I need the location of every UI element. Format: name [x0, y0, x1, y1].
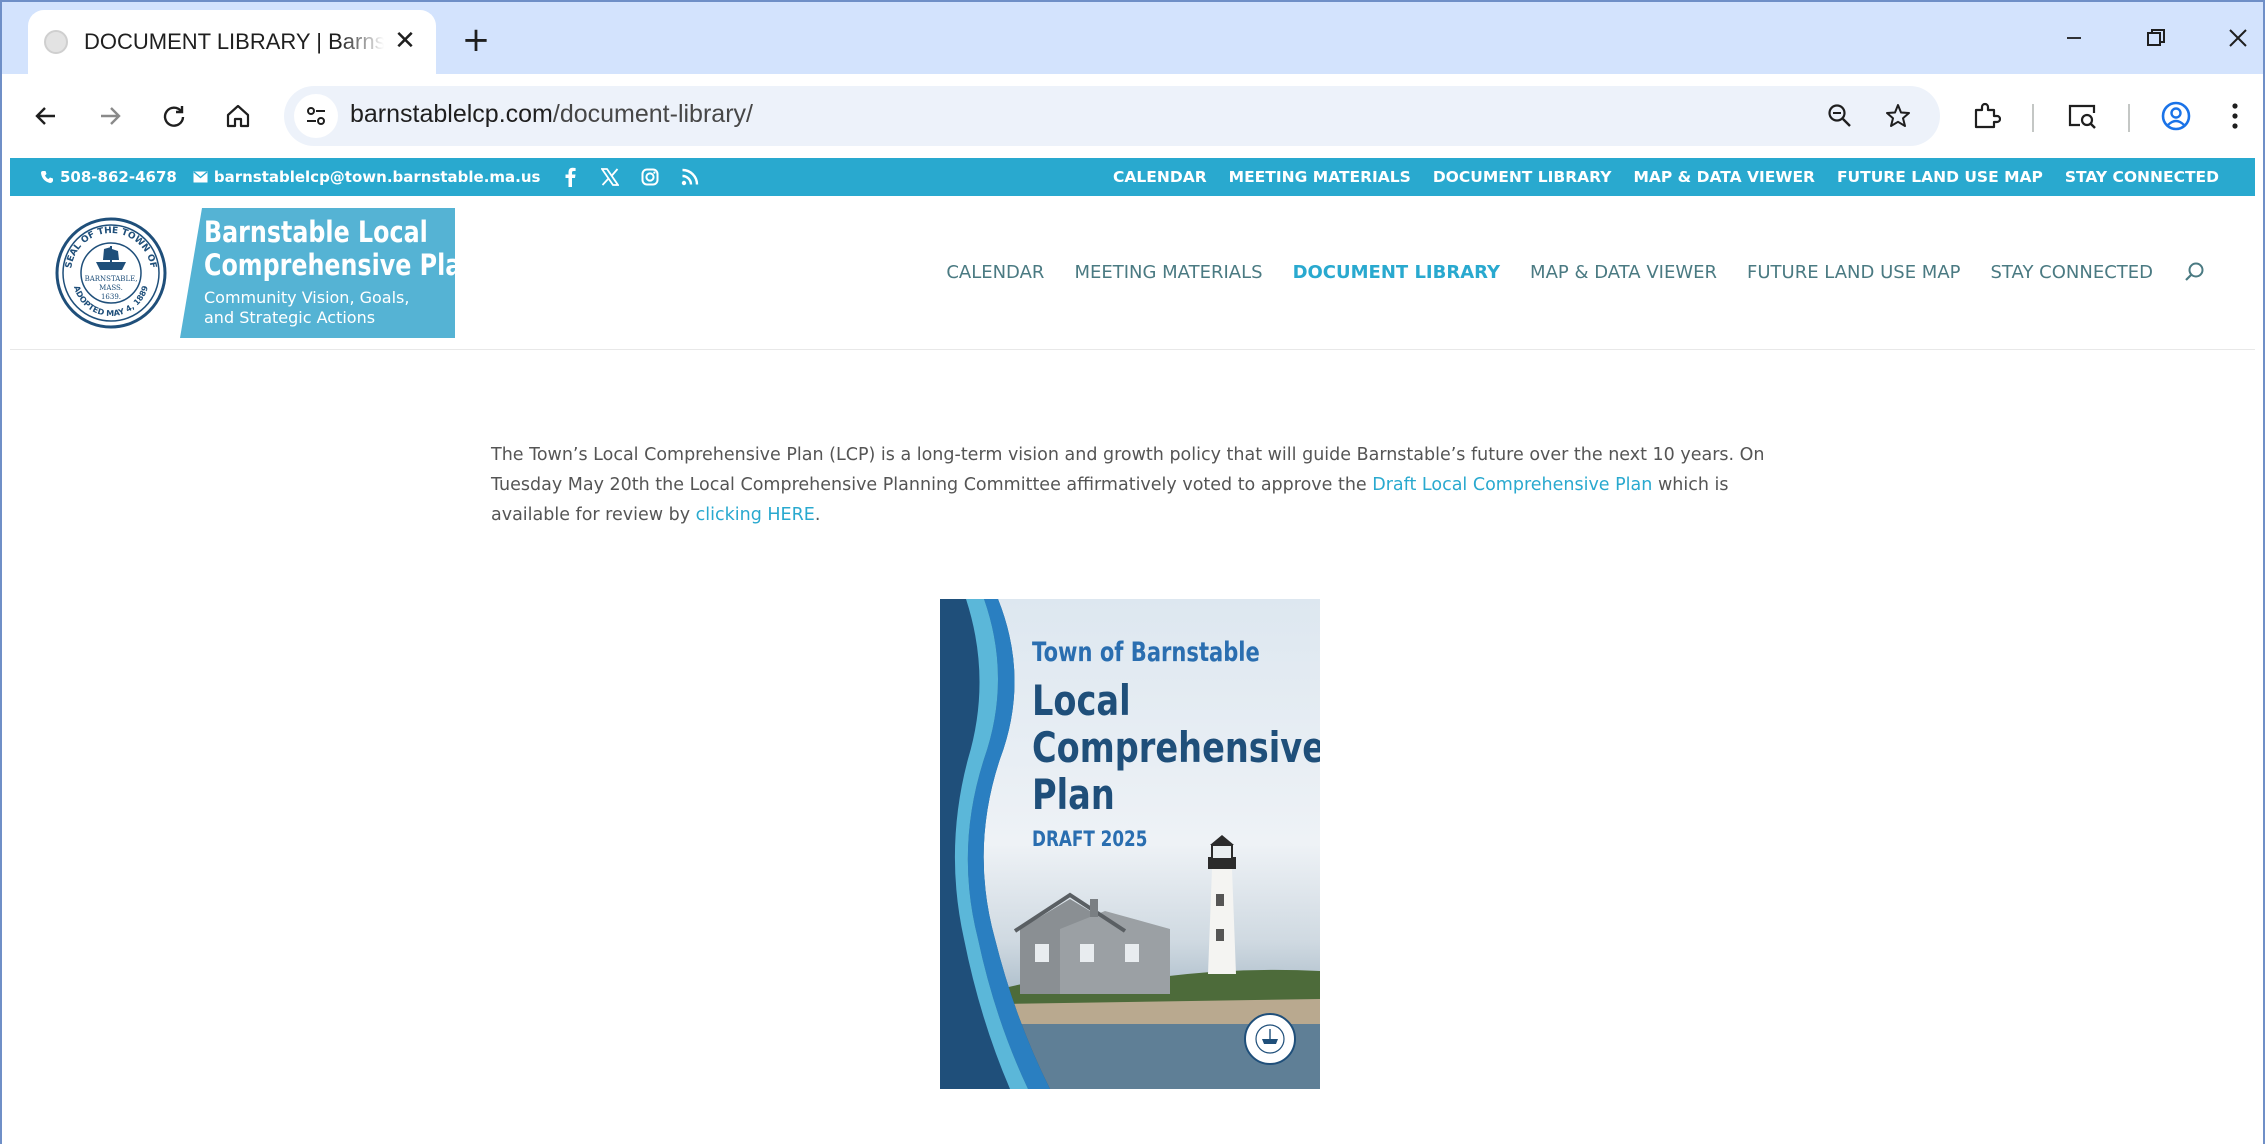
- svg-text:BARNSTABLE,: BARNSTABLE,: [85, 275, 138, 283]
- cover-title-line1: Local: [1032, 676, 1131, 725]
- intro-paragraph: The Town’s Local Comprehensive Plan (LCP…: [491, 440, 1791, 530]
- nav-link-future-land-use-map[interactable]: FUTURE LAND USE MAP: [1747, 262, 1961, 283]
- zoom-button[interactable]: [1818, 94, 1862, 138]
- tab-strip: DOCUMENT LIBRARY | Barnstable Local Comp…: [2, 2, 2263, 74]
- main-nav: CALENDAR MEETING MATERIALS DOCUMENT LIBR…: [946, 260, 2207, 284]
- minimize-icon: [2067, 37, 2081, 39]
- logo-title-line1: Barnstable Local: [204, 215, 428, 249]
- browser-toolbar: barnstablelcp.com/document-library/: [2, 74, 2263, 158]
- url-host: barnstablelcp.com: [350, 100, 553, 128]
- restore-icon: [2147, 29, 2165, 46]
- draft-lcp-link[interactable]: Draft Local Comprehensive Plan: [1372, 475, 1652, 495]
- topbar-link-calendar[interactable]: CALENDAR: [1113, 168, 1207, 186]
- topbar-link-map-data-viewer[interactable]: MAP & DATA VIEWER: [1633, 168, 1814, 186]
- contact-info: 508-862-4678 barnstablelcp@town.barnstab…: [40, 158, 700, 196]
- intro-text-3: .: [814, 505, 821, 525]
- logo-box[interactable]: Barnstable Local Comprehensive Plan Comm…: [180, 208, 455, 338]
- cover-title-line3: Plan: [1032, 770, 1115, 819]
- rss-icon[interactable]: [680, 167, 700, 187]
- arrow-right-icon: [101, 107, 121, 125]
- forward-button[interactable]: [88, 94, 132, 138]
- nav-link-meeting-materials[interactable]: MEETING MATERIALS: [1074, 262, 1262, 283]
- topbar-link-stay-connected[interactable]: STAY CONNECTED: [2065, 168, 2219, 186]
- svg-text:MASS.: MASS.: [99, 284, 123, 292]
- phone-text: 508-862-4678: [60, 168, 177, 186]
- reload-button[interactable]: [152, 94, 196, 138]
- reload-icon: [163, 106, 185, 127]
- site-search-button[interactable]: [2183, 260, 2207, 284]
- tune-icon: [307, 107, 325, 125]
- topbar-link-meeting-materials[interactable]: MEETING MATERIALS: [1229, 168, 1411, 186]
- site-info-button[interactable]: [294, 94, 338, 138]
- cover-title: Local Comprehensive Plan: [1032, 677, 1320, 818]
- topbar-link-document-library[interactable]: DOCUMENT LIBRARY: [1433, 168, 1612, 186]
- star-icon: [1886, 104, 1910, 127]
- address-bar[interactable]: barnstablelcp.com/document-library/: [284, 86, 1940, 146]
- new-tab-button[interactable]: +: [456, 20, 496, 60]
- logo-subtitle-line1: Community Vision, Goals,: [204, 288, 410, 307]
- email-link[interactable]: barnstablelcp@town.barnstable.ma.us: [193, 168, 541, 186]
- phone-icon: [41, 171, 53, 183]
- tab-close-button[interactable]: ✕: [388, 24, 422, 58]
- lcp-cover-image[interactable]: Town of Barnstable Local Comprehensive P…: [940, 599, 1320, 1089]
- home-button[interactable]: [216, 94, 260, 138]
- zoom-out-icon: [1828, 104, 1851, 127]
- tab-search-button[interactable]: [2060, 94, 2104, 138]
- menu-button[interactable]: [2220, 94, 2250, 138]
- logo-subtitle-line2: and Strategic Actions: [204, 308, 376, 327]
- toolbar-separator: [2032, 104, 2034, 132]
- puzzle-icon: [1974, 102, 2001, 129]
- topbar-nav: CALENDAR MEETING MATERIALS DOCUMENT LIBR…: [1113, 158, 2219, 196]
- cover-town: Town of Barnstable: [1032, 637, 1260, 668]
- toolbar-separator: [2128, 104, 2130, 132]
- instagram-icon[interactable]: [640, 167, 660, 187]
- favicon-icon: [44, 30, 68, 54]
- email-icon: [193, 171, 208, 183]
- browser-window: DOCUMENT LIBRARY | Barnstable Local Comp…: [0, 0, 2265, 1144]
- arrow-left-icon: [35, 107, 55, 125]
- site-topbar: 508-862-4678 barnstablelcp@town.barnstab…: [10, 158, 2255, 196]
- tab-title: DOCUMENT LIBRARY | Barnstable Local Comp…: [84, 29, 384, 54]
- facebook-icon[interactable]: [560, 167, 580, 187]
- logo-title: Barnstable Local Comprehensive Plan: [204, 215, 479, 282]
- restore-button[interactable]: [2132, 16, 2180, 60]
- tab-search-icon: [2068, 104, 2096, 129]
- home-icon: [226, 104, 250, 128]
- logo-title-line2: Comprehensive Plan: [204, 248, 479, 282]
- nav-link-calendar[interactable]: CALENDAR: [946, 262, 1044, 283]
- account-icon: [2161, 101, 2191, 131]
- svg-text:1639.: 1639.: [101, 293, 121, 301]
- url-text[interactable]: barnstablelcp.com/document-library/: [350, 100, 753, 129]
- nav-link-stay-connected[interactable]: STAY CONNECTED: [1991, 262, 2154, 283]
- minimize-button[interactable]: [2050, 16, 2098, 60]
- x-icon[interactable]: [600, 167, 620, 187]
- close-window-button[interactable]: [2214, 16, 2262, 60]
- email-text: barnstablelcp@town.barnstable.ma.us: [213, 168, 541, 186]
- town-seal-logo[interactable]: SEAL OF THE TOWN OF ADOPTED MAY 4, 1889 …: [54, 216, 168, 330]
- search-icon: [2185, 262, 2204, 281]
- phone-link[interactable]: 508-862-4678: [40, 168, 177, 186]
- extensions-button[interactable]: [1964, 94, 2008, 138]
- site-header: SEAL OF THE TOWN OF ADOPTED MAY 4, 1889 …: [10, 196, 2255, 350]
- cover-draft-label: DRAFT 2025: [1032, 827, 1148, 851]
- bookmark-button[interactable]: [1876, 94, 1920, 138]
- url-path: /document-library/: [552, 100, 753, 128]
- back-button[interactable]: [24, 94, 68, 138]
- profile-button[interactable]: [2154, 94, 2198, 138]
- clicking-here-link[interactable]: clicking HERE: [696, 505, 815, 525]
- cover-title-line2: Comprehensive: [1032, 723, 1320, 772]
- more-vert-icon: [2232, 103, 2238, 129]
- nav-link-document-library[interactable]: DOCUMENT LIBRARY: [1293, 262, 1500, 283]
- main-content: The Town’s Local Comprehensive Plan (LCP…: [491, 440, 1791, 530]
- browser-tab[interactable]: DOCUMENT LIBRARY | Barnstable Local Comp…: [28, 10, 436, 74]
- topbar-link-future-land-use-map[interactable]: FUTURE LAND USE MAP: [1837, 168, 2043, 186]
- nav-link-map-data-viewer[interactable]: MAP & DATA VIEWER: [1530, 262, 1717, 283]
- logo-subtitle: Community Vision, Goals, and Strategic A…: [204, 288, 409, 328]
- close-icon: [2229, 29, 2247, 47]
